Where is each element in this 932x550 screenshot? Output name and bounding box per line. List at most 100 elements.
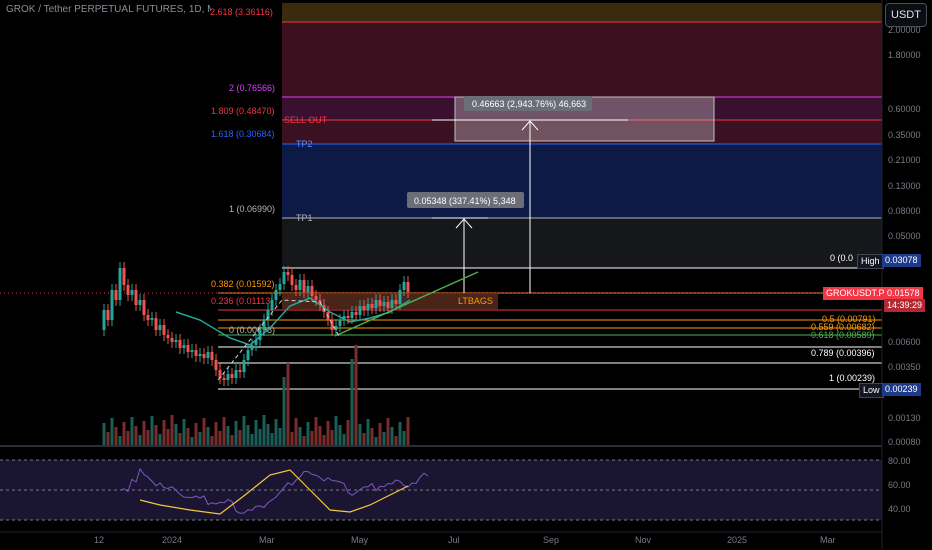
volume-bar [326, 421, 330, 445]
volume-bar [106, 432, 110, 445]
candle-body [210, 352, 214, 360]
volume-bar [274, 419, 278, 445]
rsi-tick: 40.00 [888, 504, 911, 514]
volume-bar [186, 428, 190, 445]
candle-body [246, 350, 250, 360]
candle-body [206, 352, 210, 358]
volume-bar [254, 420, 258, 445]
volume-bar [290, 432, 294, 445]
currency-button[interactable]: USDT [885, 3, 927, 27]
fib-label-1-low: 1 (0.00239) [829, 373, 875, 383]
price-tick: 0.60000 [888, 104, 921, 114]
tp2-label: TP2 [296, 139, 313, 149]
price-tick: 0.00350 [888, 362, 921, 372]
volume-bars [102, 345, 410, 445]
high-value: 0.03078 [882, 254, 921, 267]
candle-body [306, 286, 310, 292]
time-tick: May [351, 535, 369, 545]
candle-body [362, 306, 366, 310]
time-tick: 12 [94, 535, 104, 545]
candle-body [270, 300, 274, 310]
sell-out-label: SELL OUT [284, 115, 328, 125]
symbol-title[interactable]: GROK / Tether PERPETUAL FUTURES, 1D, MEX [6, 4, 211, 15]
volume-bar [398, 422, 402, 445]
price-tick: 0.35000 [888, 130, 921, 140]
volume-bar [178, 433, 182, 445]
volume-bar [338, 425, 342, 445]
candle-body [214, 360, 218, 370]
fib-zone-2618 [282, 22, 882, 97]
candle-body [166, 335, 170, 338]
fib-label-0236: 0.236 (0.01113) [211, 296, 273, 306]
rsi-tick: 80.00 [888, 456, 911, 466]
volume-bar [138, 435, 142, 445]
candle-body [230, 374, 234, 378]
time-tick: Sep [543, 535, 559, 545]
volume-bar [302, 436, 306, 445]
measure-text-small: 0.05348 (337.41%) 5,348 [414, 196, 516, 206]
candle-body [178, 340, 182, 348]
fib-zone-top [282, 3, 882, 22]
fib-label-2618: 2.618 (3.36116) [210, 7, 273, 17]
candle-body [278, 284, 282, 290]
volume-bar [314, 417, 318, 445]
volume-bar [306, 422, 310, 445]
price-tick: 0.00130 [888, 413, 921, 423]
candle-body [142, 300, 146, 315]
fib-label-0: 0 (0.0 [830, 253, 853, 263]
volume-bar [386, 418, 390, 445]
volume-bar [134, 426, 138, 445]
time-tick: Mar [820, 535, 836, 545]
candle-body [202, 354, 206, 358]
measure-text-big: 0.46663 (2,943.76%) 46,663 [472, 99, 586, 109]
volume-bar [402, 431, 406, 445]
volume-bar [294, 418, 298, 445]
candle-body [170, 338, 174, 342]
candle-body [382, 302, 386, 306]
fib-label-2: 2 (0.76566) [229, 83, 275, 93]
candle-body [350, 312, 354, 318]
volume-bar [322, 435, 326, 445]
volume-bar [226, 426, 230, 445]
volume-bar [346, 420, 350, 445]
candle-body [314, 296, 318, 300]
time-tick: Nov [635, 535, 652, 545]
fib-label-0618: 0.618 (0.00589) [811, 330, 875, 340]
volume-bar [198, 432, 202, 445]
volume-bar [366, 419, 370, 445]
volume-bar [190, 437, 194, 445]
volume-bar [246, 425, 250, 445]
price-tick: 0.00080 [888, 437, 921, 447]
candle-body [366, 304, 370, 310]
candle-body [134, 290, 138, 305]
volume-bar [150, 416, 154, 445]
volume-bar [310, 431, 314, 445]
volume-bar [218, 431, 222, 445]
volume-bar [110, 418, 114, 445]
candle-body [310, 286, 314, 296]
volume-bar [170, 415, 174, 445]
low-value: 0.00239 [882, 383, 921, 396]
volume-bar [242, 416, 246, 445]
volume-bar [382, 432, 386, 445]
low-label: Low [859, 383, 884, 398]
volume-bar [282, 377, 286, 445]
price-tick: 0.05000 [888, 231, 921, 241]
rsi-tick: 60.00 [888, 480, 911, 490]
fib-label-0382: 0.382 (0.01592) [211, 279, 275, 289]
candle-body [158, 325, 162, 330]
fib-label-1618: 1.618 (0.30684) [211, 129, 275, 139]
candle-body [226, 374, 230, 380]
candle-body [282, 272, 286, 284]
volume-bar [258, 429, 262, 445]
volume-bar [342, 434, 346, 445]
chart-canvas[interactable]: 2.618 (3.36116) 2 (0.76566) 1.809 (0.484… [0, 0, 932, 550]
volume-bar [234, 421, 238, 445]
candle-body [302, 280, 306, 292]
candle-body [242, 360, 246, 372]
volume-bar [174, 424, 178, 445]
volume-bar [238, 430, 242, 445]
volume-bar [286, 363, 290, 445]
candle-body [402, 282, 406, 290]
candle-body [286, 272, 290, 275]
